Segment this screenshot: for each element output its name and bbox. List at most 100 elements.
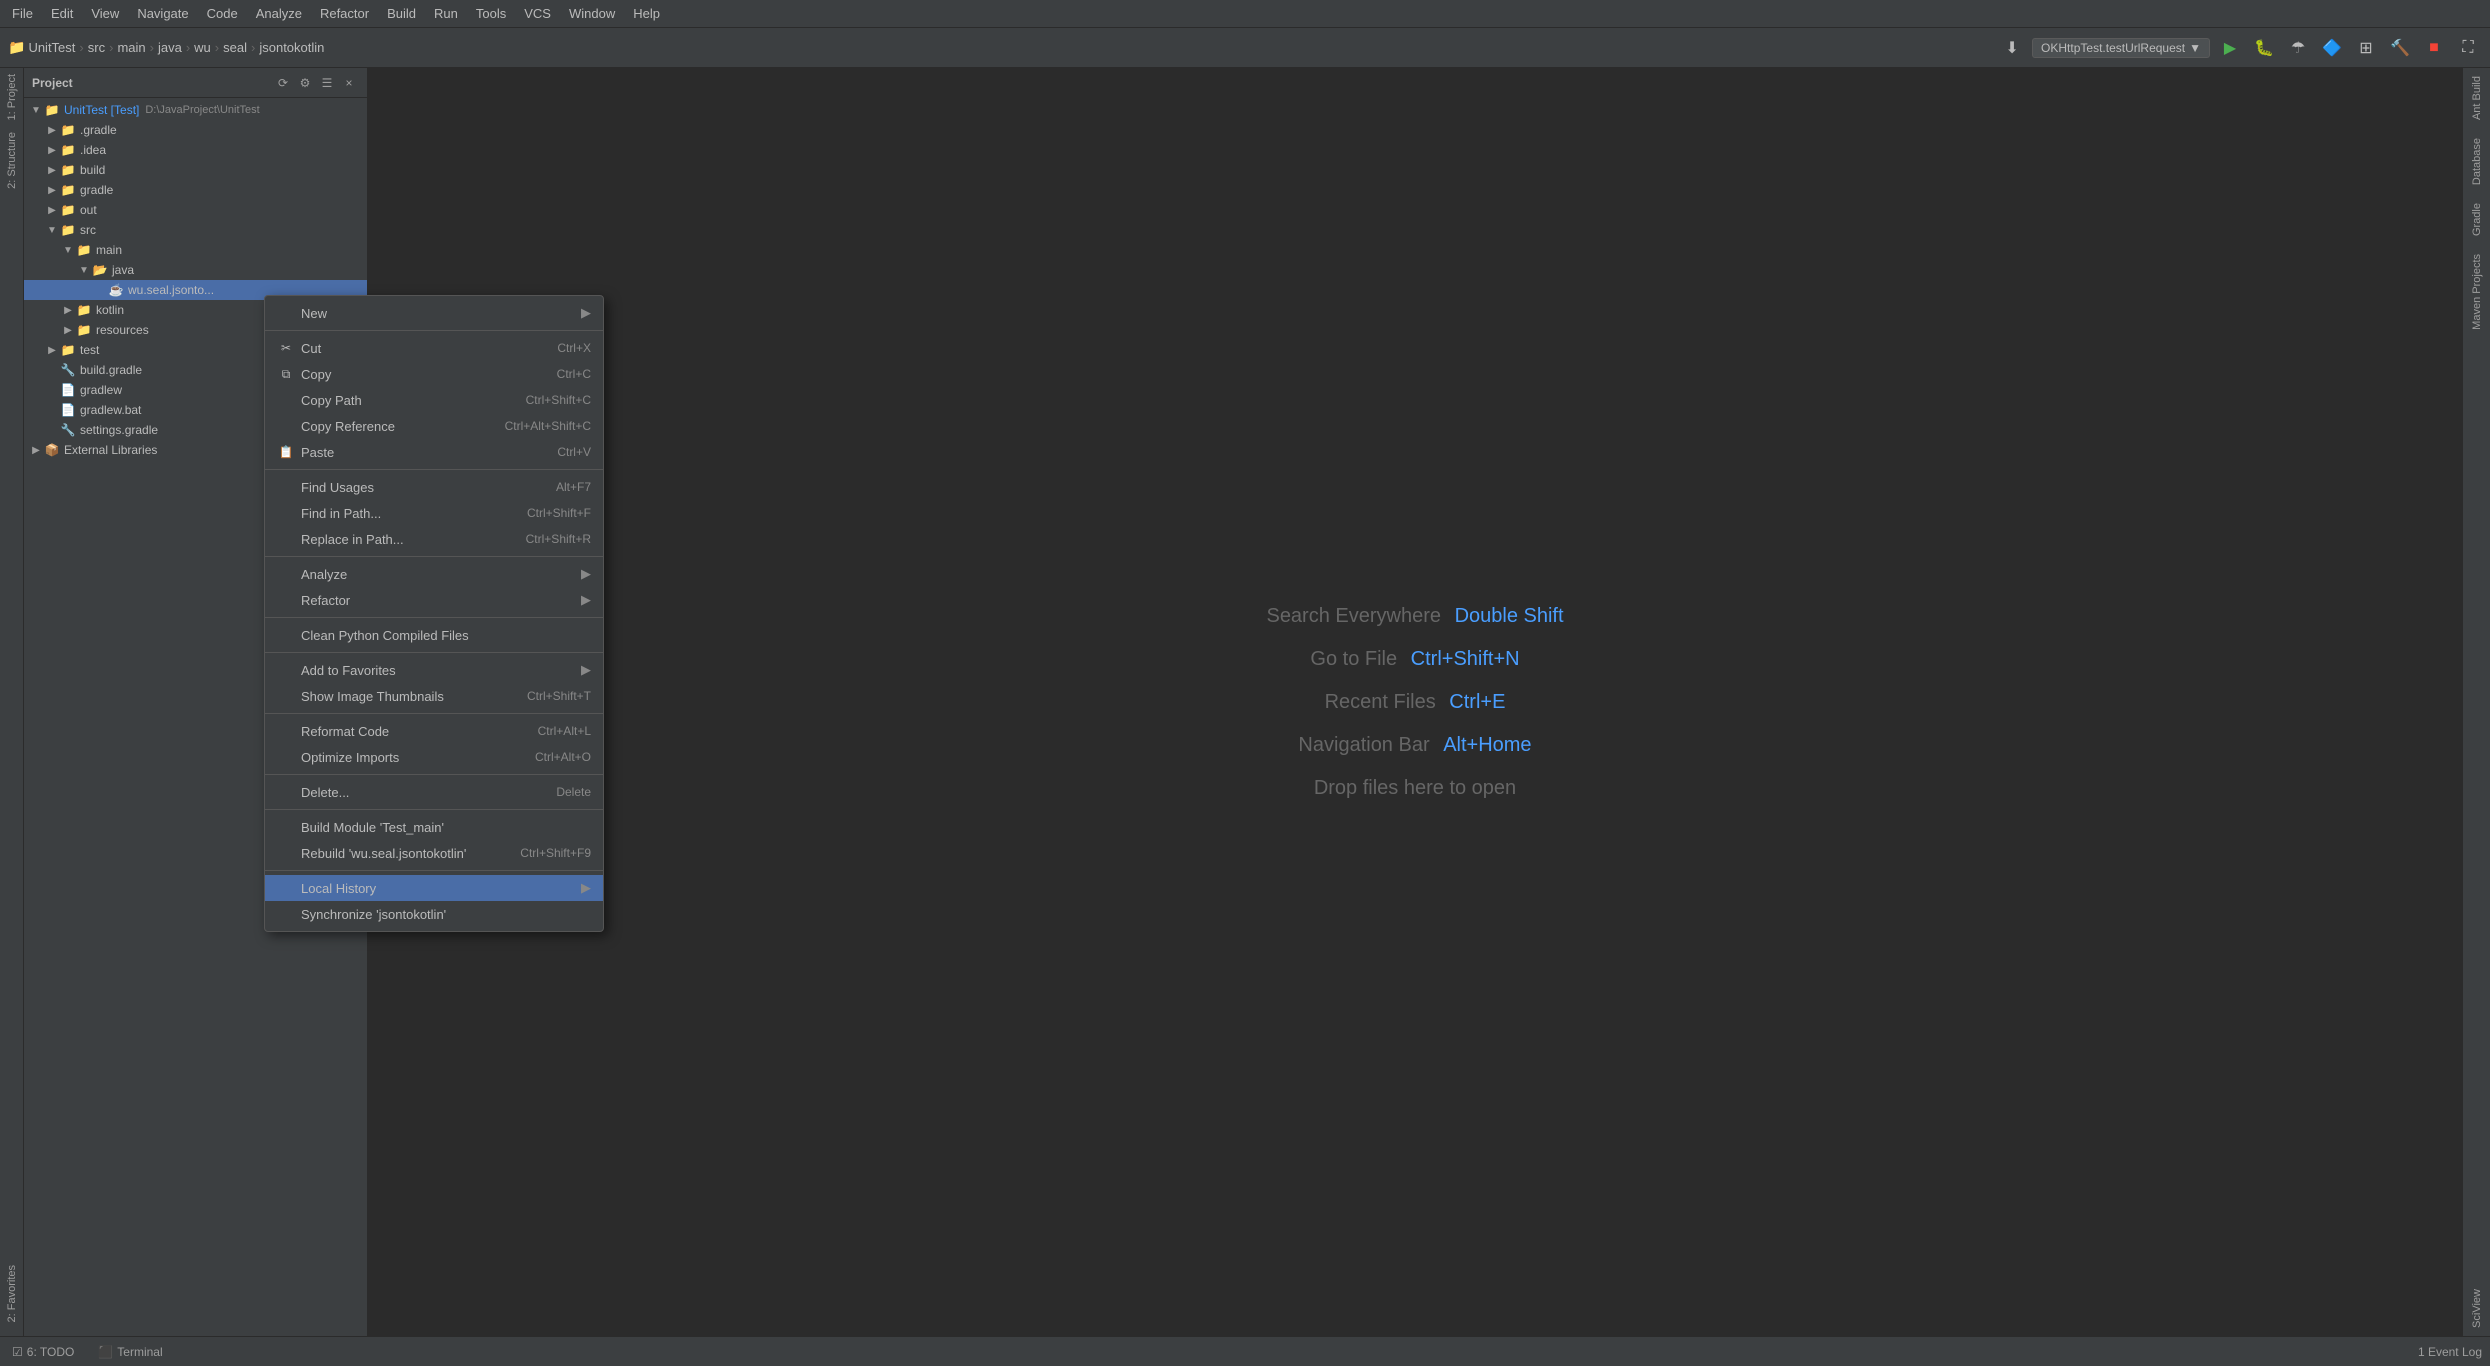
right-tab-maven[interactable]: Maven Projects: [2469, 246, 2485, 338]
breadcrumb-wu[interactable]: wu: [194, 40, 211, 55]
tree-item-build[interactable]: ▶ 📁 build: [24, 160, 367, 180]
terminal-icon: ⬛: [98, 1345, 113, 1359]
tree-item-gradle[interactable]: ▶ 📁 .gradle: [24, 120, 367, 140]
menu-code[interactable]: Code: [199, 4, 246, 23]
ctx-find-usages[interactable]: Find Usages Alt+F7: [265, 474, 603, 500]
breadcrumb-seal[interactable]: seal: [223, 40, 247, 55]
build-button[interactable]: 🔨: [2386, 34, 2414, 62]
ctx-synchronize[interactable]: Synchronize 'jsontokotlin': [265, 901, 603, 927]
root-label: UnitTest [Test]: [64, 103, 139, 117]
ctx-sep-0: [265, 330, 603, 331]
ctx-copy[interactable]: ⧉ Copy Ctrl+C: [265, 361, 603, 387]
ctx-sep-6: [265, 774, 603, 775]
ctx-build-module[interactable]: Build Module 'Test_main': [265, 814, 603, 840]
tree-root[interactable]: ▼ 📁 UnitTest [Test] D:\JavaProject\UnitT…: [24, 100, 367, 120]
ctx-rebuild[interactable]: Rebuild 'wu.seal.jsontokotlin' Ctrl+Shif…: [265, 840, 603, 866]
resources-arrow: ▶: [60, 322, 76, 338]
menu-run[interactable]: Run: [426, 4, 466, 23]
menu-analyze[interactable]: Analyze: [248, 4, 310, 23]
right-tab-sciview[interactable]: SciView: [2469, 1281, 2485, 1336]
ctx-reformat-icon: [277, 722, 295, 740]
ctx-paste-label: Paste: [301, 445, 541, 460]
breadcrumb-main[interactable]: main: [117, 40, 145, 55]
tree-item-out[interactable]: ▶ 📁 out: [24, 200, 367, 220]
ctx-copy-reference[interactable]: Copy Reference Ctrl+Alt+Shift+C: [265, 413, 603, 439]
ctx-optimize-imports[interactable]: Optimize Imports Ctrl+Alt+O: [265, 744, 603, 770]
menu-file[interactable]: File: [4, 4, 41, 23]
ctx-add-favorites[interactable]: Add to Favorites ▶: [265, 657, 603, 683]
ctx-paste[interactable]: 📋 Paste Ctrl+V: [265, 439, 603, 465]
tree-item-main[interactable]: ▼ 📁 main: [24, 240, 367, 260]
tree-item-java[interactable]: ▼ 📂 java: [24, 260, 367, 280]
breadcrumb-project[interactable]: 📁 UnitTest: [8, 39, 75, 56]
ctx-findinpath-label: Find in Path...: [301, 506, 511, 521]
ctx-new[interactable]: New ▶: [265, 300, 603, 326]
right-tab-gradle[interactable]: Gradle: [2469, 195, 2485, 244]
menu-navigate[interactable]: Navigate: [129, 4, 196, 23]
root-path: D:\JavaProject\UnitTest: [145, 104, 259, 116]
sidebar-tab-project[interactable]: 1: Project: [4, 68, 20, 126]
menu-vcs[interactable]: VCS: [516, 4, 559, 23]
ctx-replace-in-path[interactable]: Replace in Path... Ctrl+Shift+R: [265, 526, 603, 552]
ctx-find-in-path[interactable]: Find in Path... Ctrl+Shift+F: [265, 500, 603, 526]
sync-icon[interactable]: ⟳: [273, 73, 293, 93]
test-arrow: ▶: [44, 342, 60, 358]
event-log[interactable]: 1 Event Log: [2418, 1345, 2482, 1359]
sep2: ›: [109, 40, 113, 55]
ctx-cut-label: Cut: [301, 341, 541, 356]
ctx-show-thumbnails[interactable]: Show Image Thumbnails Ctrl+Shift+T: [265, 683, 603, 709]
run-button[interactable]: ▶: [2216, 34, 2244, 62]
ctx-cut-shortcut: Ctrl+X: [557, 341, 591, 355]
sidebar-tab-favorites[interactable]: 2: Favorites: [4, 1259, 20, 1328]
tree-item-idea[interactable]: ▶ 📁 .idea: [24, 140, 367, 160]
ctx-analyze[interactable]: Analyze ▶: [265, 561, 603, 587]
ctx-sep-3: [265, 617, 603, 618]
ctx-sep-7: [265, 809, 603, 810]
sep1: ›: [79, 40, 83, 55]
stop-button[interactable]: ■: [2420, 34, 2448, 62]
menu-help[interactable]: Help: [625, 4, 668, 23]
tree-item-src[interactable]: ▼ 📁 src: [24, 220, 367, 240]
breadcrumb-src[interactable]: src: [88, 40, 105, 55]
sidebar-tab-structure[interactable]: 2: Structure: [4, 126, 20, 195]
run-config[interactable]: OKHttpTest.testUrlRequest ▼: [2032, 38, 2210, 58]
tree-item-gradle2[interactable]: ▶ 📁 gradle: [24, 180, 367, 200]
gwb-arrow: [44, 402, 60, 418]
coverage-button[interactable]: ☂: [2284, 34, 2312, 62]
sg-arrow: [44, 422, 60, 438]
hide-icon[interactable]: ×: [339, 73, 359, 93]
menu-edit[interactable]: Edit: [43, 4, 81, 23]
ctx-replaceinpath-icon: [277, 530, 295, 548]
update-button[interactable]: ⬇: [1998, 34, 2026, 62]
ctx-paste-icon: 📋: [277, 443, 295, 461]
extlibs-label: External Libraries: [64, 443, 157, 457]
main-folder-icon: 📁: [76, 242, 92, 258]
right-tab-database[interactable]: Database: [2469, 130, 2485, 193]
menu-tools[interactable]: Tools: [468, 4, 514, 23]
hint-search: Search Everywhere Double Shift: [1266, 605, 1563, 628]
ctx-copy-path[interactable]: Copy Path Ctrl+Shift+C: [265, 387, 603, 413]
fullscreen-button[interactable]: ⛶: [2454, 34, 2482, 62]
ctx-reformat-code[interactable]: Reformat Code Ctrl+Alt+L: [265, 718, 603, 744]
breadcrumb-jsontokotlin[interactable]: jsontokotlin: [259, 40, 324, 55]
menu-view[interactable]: View: [83, 4, 127, 23]
right-tab-ant[interactable]: Ant Build: [2469, 68, 2485, 128]
menu-window[interactable]: Window: [561, 4, 623, 23]
test-folder-icon: 📁: [60, 342, 76, 358]
debug-button[interactable]: 🐛: [2250, 34, 2278, 62]
layout-button[interactable]: ⊞: [2352, 34, 2380, 62]
ctx-refactor[interactable]: Refactor ▶: [265, 587, 603, 613]
bottom-tab-todo[interactable]: ☑ 6: TODO: [8, 1343, 78, 1361]
ctx-clean-python[interactable]: Clean Python Compiled Files: [265, 622, 603, 648]
ctx-cut[interactable]: ✂ Cut Ctrl+X: [265, 335, 603, 361]
sdk-button[interactable]: 🔷: [2318, 34, 2346, 62]
gear-icon[interactable]: ☰: [317, 73, 337, 93]
ctx-local-history[interactable]: Local History ▶: [265, 875, 603, 901]
breadcrumb-java[interactable]: java: [158, 40, 182, 55]
settings-icon[interactable]: ⚙: [295, 73, 315, 93]
menu-refactor[interactable]: Refactor: [312, 4, 377, 23]
menu-build[interactable]: Build: [379, 4, 424, 23]
wuseal-label: wu.seal.jsonto...: [128, 283, 214, 297]
ctx-delete[interactable]: Delete... Delete: [265, 779, 603, 805]
bottom-tab-terminal[interactable]: ⬛ Terminal: [94, 1343, 166, 1361]
